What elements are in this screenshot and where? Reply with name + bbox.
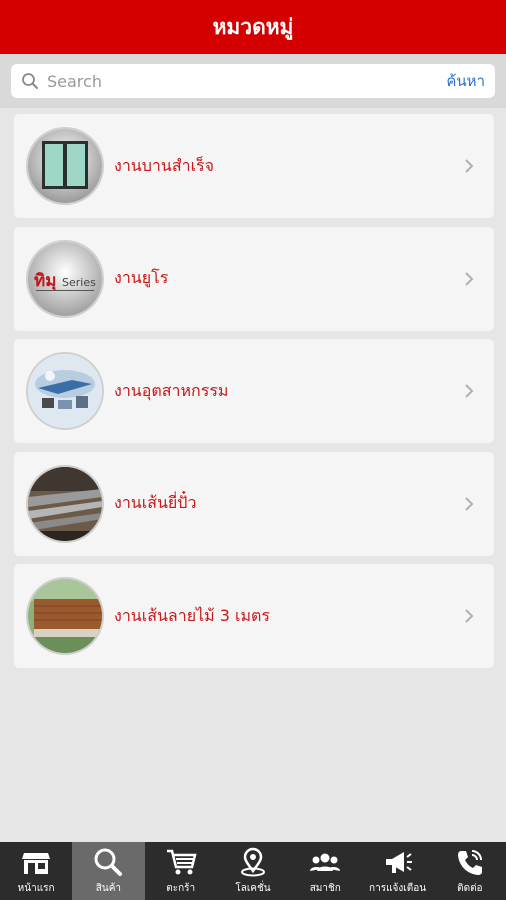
series-logo-text: Series xyxy=(62,276,96,289)
cart-icon xyxy=(166,849,197,875)
tab-label: ตะกร้า xyxy=(166,883,196,894)
search-input[interactable] xyxy=(47,71,447,91)
category-item-industrial[interactable]: งานอุตสาหกรรม xyxy=(14,339,494,443)
brand-logo-text: ทิมุ xyxy=(34,271,56,291)
tab-cart[interactable]: ตะกร้า xyxy=(145,842,217,900)
chevron-right-icon xyxy=(465,271,474,286)
members-icon xyxy=(310,853,341,871)
category-item-wood-pattern[interactable]: งานเส้นลายไม้ 3 เมตร xyxy=(14,564,494,668)
category-label: งานอุตสาหกรรม xyxy=(114,380,229,400)
search-bar: ค้นหา xyxy=(0,54,506,108)
bottom-tab-bar: หน้าแรก สินค้า ตะกร้า โลเคชั่น สมาชิก กา… xyxy=(0,842,506,900)
tab-home[interactable]: หน้าแรก xyxy=(0,842,72,900)
industrial-thumbnail xyxy=(26,352,104,430)
search-icon xyxy=(94,848,123,876)
location-pin-icon xyxy=(240,847,265,877)
wood-fence-thumbnail xyxy=(26,577,104,655)
search-box: ค้นหา xyxy=(11,64,495,98)
phone-icon xyxy=(457,850,482,875)
app-header: หมวดหมู่ xyxy=(0,0,506,54)
tab-contact[interactable]: ติดต่อ xyxy=(434,842,506,900)
page-title: หมวดหมู่ xyxy=(212,14,294,39)
tab-products[interactable]: สินค้า xyxy=(72,842,145,900)
category-label: งานเส้นลายไม้ 3 เมตร xyxy=(114,605,271,625)
tab-label: โลเคชั่น xyxy=(235,883,271,894)
category-item-euro[interactable]: ทิมุ Series งานยูโร xyxy=(14,226,494,331)
search-icon xyxy=(22,73,38,89)
euro-series-thumbnail: ทิมุ Series xyxy=(26,239,104,318)
tab-label: หน้าแรก xyxy=(17,883,55,894)
tab-notifications[interactable]: การแจ้งเตือน xyxy=(361,842,433,900)
category-list: งานบานสำเร็จ ทิมุ Series งานยูโร งานอุตส… xyxy=(14,114,494,677)
chevron-right-icon xyxy=(465,384,474,398)
chevron-right-icon xyxy=(465,609,474,623)
chevron-right-icon xyxy=(465,496,474,511)
tab-location[interactable]: โลเคชั่น xyxy=(217,842,289,900)
category-label: งานเส้นยี่ปั๋ว xyxy=(114,493,197,512)
tab-label: การแจ้งเตือน xyxy=(369,883,427,894)
tab-label: สมาชิก xyxy=(309,883,341,894)
search-button[interactable]: ค้นหา xyxy=(446,69,485,93)
category-label: งานยูโร xyxy=(114,268,169,287)
megaphone-icon xyxy=(385,852,412,873)
tab-members[interactable]: สมาชิก xyxy=(289,842,361,900)
chevron-right-icon xyxy=(465,159,474,173)
category-label: งานบานสำเร็จ xyxy=(114,155,214,175)
rail-track-thumbnail xyxy=(26,464,104,543)
tab-label: ติดต่อ xyxy=(457,883,483,894)
sliding-window-thumbnail xyxy=(26,127,104,205)
store-icon xyxy=(22,853,51,874)
category-item-ready-made-doors[interactable]: งานบานสำเร็จ xyxy=(14,114,494,218)
category-item-rail-profile[interactable]: งานเส้นยี่ปั๋ว xyxy=(14,451,494,556)
tab-label: สินค้า xyxy=(95,883,122,894)
